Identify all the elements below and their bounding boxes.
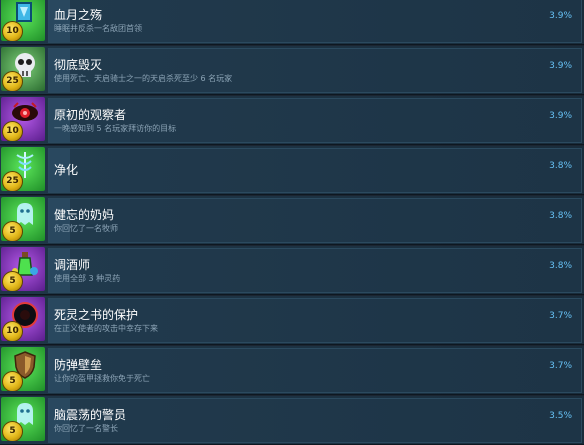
achievement-description: 睡眠并反杀一名敌团首领	[54, 24, 142, 33]
unlock-percent: 3.7%	[549, 311, 572, 321]
points-badge: 10	[2, 121, 23, 141]
points-badge: 5	[2, 421, 23, 441]
skull-icon: 25	[1, 47, 45, 91]
achievement-title: 健忘的奶妈	[54, 208, 115, 222]
blue-rune-icon: 10	[1, 0, 45, 41]
achievement-description: 你回忆了一名牧师	[54, 224, 118, 233]
achievement-description: 在正义使者的攻击中幸存下来	[54, 324, 158, 333]
points-badge: 10	[2, 321, 23, 341]
crimson-eye-icon: 10	[1, 97, 45, 141]
progress-bar	[48, 248, 582, 293]
progress-bar	[48, 198, 582, 243]
achievement-row[interactable]: 5 脑震荡的警员 你回忆了一名警长 3.5%	[0, 396, 584, 445]
unlock-percent: 3.8%	[549, 261, 572, 271]
caduceus-icon: 25	[1, 147, 45, 191]
unlock-percent: 3.7%	[549, 361, 572, 371]
necronomicon-icon: 10	[1, 297, 45, 341]
progress-bar	[48, 398, 582, 443]
points-badge: 25	[2, 71, 23, 91]
ghost-icon: 5	[1, 397, 45, 441]
achievement-row[interactable]: 5 调酒师 使用全部 3 种灵药 3.8%	[0, 246, 584, 295]
achievement-description: 使用死亡、天启骑士之一的天启杀死至少 6 名玩家	[54, 74, 233, 83]
achievement-list: 10 血月之殇 睡眠并反杀一名敌团首领 3.9% 25 彻底毁灭 使用死亡、天启…	[0, 0, 584, 445]
potion-icon: 5	[1, 247, 45, 291]
achievement-description: 使用全部 3 种灵药	[54, 274, 121, 283]
achievement-title: 原初的观察者	[54, 108, 127, 122]
points-badge: 5	[2, 371, 23, 391]
achievement-title: 彻底毁灭	[54, 58, 103, 72]
progress-bar	[48, 0, 582, 43]
unlock-percent: 3.5%	[549, 411, 572, 421]
progress-bar	[48, 348, 582, 393]
achievement-row[interactable]: 25 彻底毁灭 使用死亡、天启骑士之一的天启杀死至少 6 名玩家 3.9%	[0, 46, 584, 95]
achievement-title: 净化	[54, 163, 79, 177]
achievement-description: 你回忆了一名警长	[54, 424, 118, 433]
points-badge: 25	[2, 171, 23, 191]
unlock-percent: 3.8%	[549, 161, 572, 171]
achievement-title: 死灵之书的保护	[54, 308, 139, 322]
progress-bar	[48, 98, 582, 143]
unlock-percent: 3.9%	[549, 111, 572, 121]
achievement-row[interactable]: 25 净化 3.8%	[0, 146, 584, 195]
achievement-row[interactable]: 10 原初的观察者 一晚感知到 5 名玩家拜访你的目标 3.9%	[0, 96, 584, 145]
achievement-title: 脑震荡的警员	[54, 408, 127, 422]
achievement-row[interactable]: 10 死灵之书的保护 在正义使者的攻击中幸存下来 3.7%	[0, 296, 584, 345]
points-badge: 5	[2, 271, 23, 291]
shield-icon: 5	[1, 347, 45, 391]
achievement-title: 血月之殇	[54, 8, 103, 22]
unlock-percent: 3.9%	[549, 61, 572, 71]
achievement-row[interactable]: 5 防弹壁垒 让你的盔甲拯救你免于死亡 3.7%	[0, 346, 584, 395]
progress-bar	[48, 148, 582, 193]
unlock-percent: 3.9%	[549, 11, 572, 21]
unlock-percent: 3.8%	[549, 211, 572, 221]
progress-bar	[48, 48, 582, 93]
points-badge: 5	[2, 221, 23, 241]
achievement-row[interactable]: 10 血月之殇 睡眠并反杀一名敌团首领 3.9%	[0, 0, 584, 45]
achievement-description: 一晚感知到 5 名玩家拜访你的目标	[54, 124, 177, 133]
points-badge: 10	[2, 21, 23, 41]
achievement-title: 防弹壁垒	[54, 358, 103, 372]
achievement-row[interactable]: 5 健忘的奶妈 你回忆了一名牧师 3.8%	[0, 196, 584, 245]
achievement-title: 调酒师	[54, 258, 91, 272]
ghost-icon: 5	[1, 197, 45, 241]
achievement-description: 让你的盔甲拯救你免于死亡	[54, 374, 150, 383]
